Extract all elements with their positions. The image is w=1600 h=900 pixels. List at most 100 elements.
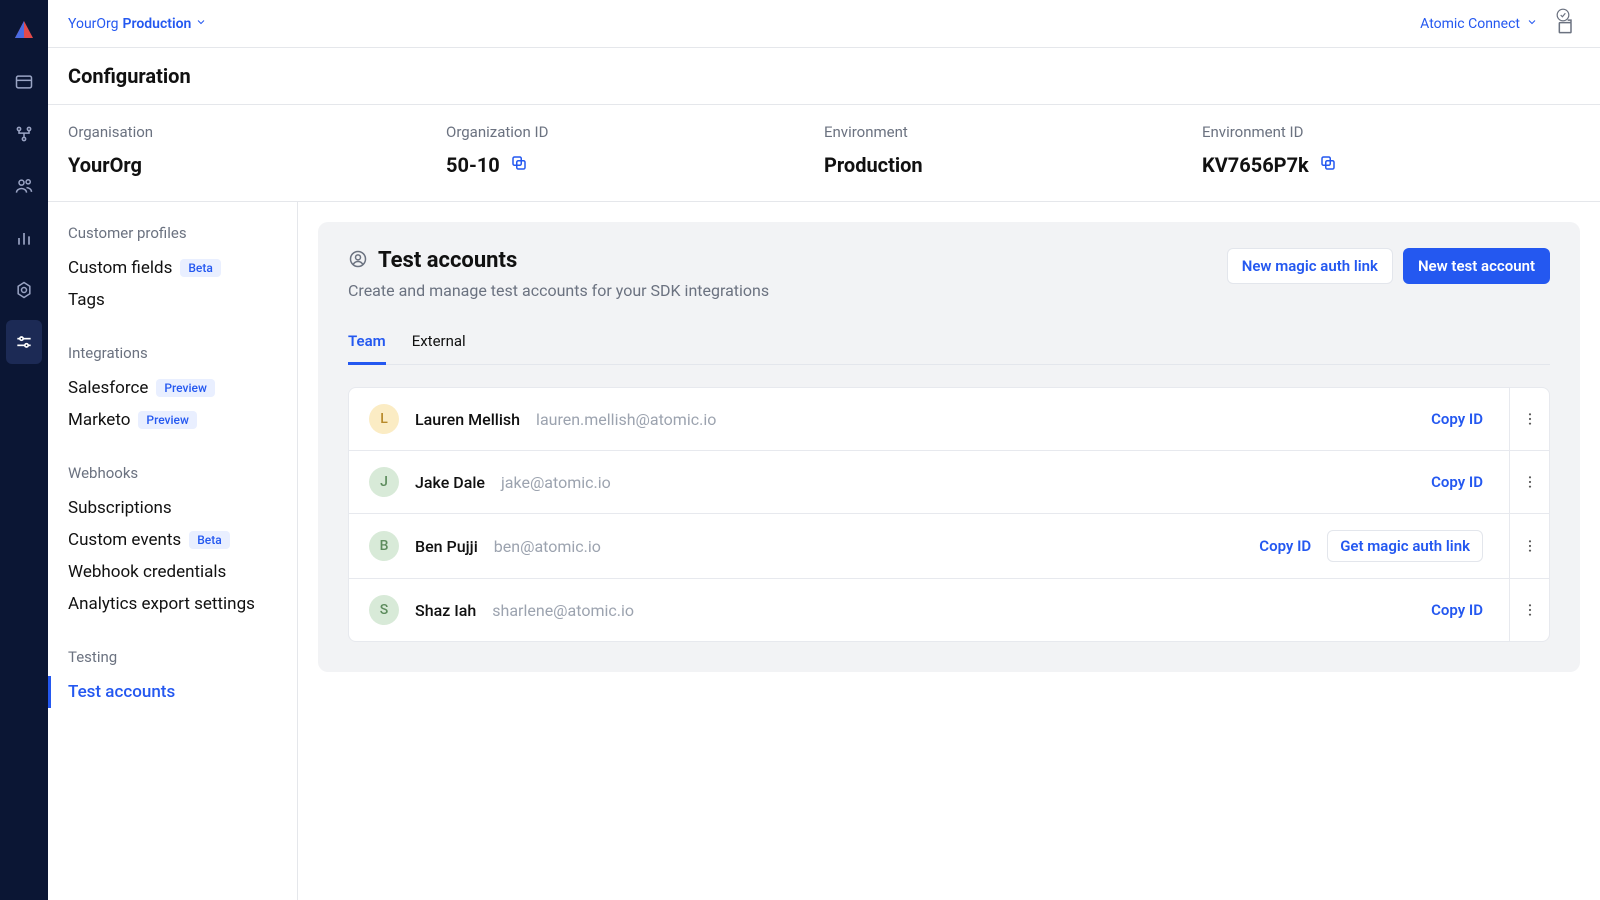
badge: Preview [156,379,215,397]
breadcrumb[interactable]: YourOrg Production [68,16,207,32]
side-item-label: Analytics export settings [68,594,255,614]
info-value: 50-10 [446,153,500,177]
info-organization-id: Organization ID 50-10 [446,123,824,177]
topbar: YourOrg Production Atomic Connect [48,0,1600,48]
account-row: L Lauren Mellish lauren.mellish@atomic.io C… [348,387,1550,451]
info-value: KV7656P7k [1202,153,1309,177]
icon-rail [0,0,48,900]
rail-item-config[interactable] [6,320,42,364]
copy-icon[interactable] [510,153,528,177]
more-options-button[interactable] [1509,451,1549,513]
panel-actions: New magic auth link New test account [1227,248,1550,284]
panel-title: Test accounts [378,248,517,273]
breadcrumb-env: Production [123,16,192,32]
logo-icon [12,18,36,42]
atomic-connect-link[interactable]: Atomic Connect [1420,16,1538,32]
account-name: Ben Pujji [415,537,478,556]
get-magic-auth-link-button[interactable]: Get magic auth link [1327,530,1483,562]
side-item-label: Salesforce [68,378,148,398]
atomic-connect-label: Atomic Connect [1420,16,1520,32]
account-name: Lauren Mellish [415,410,520,429]
side-item-custom-events[interactable]: Custom events Beta [48,524,297,556]
new-test-account-button[interactable]: New test account [1403,248,1550,284]
side-item-label: Webhook credentials [68,562,226,582]
info-environment: Environment Production [824,123,1202,177]
badge: Beta [180,259,220,277]
side-item-analytics-export-settings[interactable]: Analytics export settings [48,588,297,620]
side-item-custom-fields[interactable]: Custom fields Beta [48,252,297,284]
breadcrumb-org: YourOrg [68,16,119,32]
tab-external[interactable]: External [412,324,466,364]
side-heading: Webhooks [48,464,297,492]
account-email: sharlene@atomic.io [492,601,634,620]
side-item-test-accounts[interactable]: Test accounts [48,676,297,708]
rail-item-cards[interactable] [6,60,42,104]
avatar: S [369,595,399,625]
account-email: jake@atomic.io [501,473,611,492]
test-accounts-panel: Test accounts Create and manage test acc… [318,222,1580,672]
tab-team[interactable]: Team [348,324,386,365]
side-heading: Integrations [48,344,297,372]
info-label: Environment ID [1202,123,1580,141]
avatar: B [369,531,399,561]
tabs: Team External [348,324,1550,365]
side-item-label: Subscriptions [68,498,172,518]
side-item-label: Tags [68,290,105,310]
chevron-down-icon [195,16,207,32]
side-item-label: Custom events [68,530,181,550]
info-value: Production [824,153,923,177]
side-item-marketo[interactable]: Marketo Preview [48,404,297,436]
topbar-right: Atomic Connect [1420,12,1580,36]
content-area: Test accounts Create and manage test acc… [298,202,1600,900]
account-icon [348,249,368,273]
copy-id-button[interactable]: Copy ID [1431,601,1483,619]
info-strip: Organisation YourOrg Organization ID 50-… [48,105,1600,202]
side-item-label: Test accounts [68,682,175,702]
info-organisation: Organisation YourOrg [68,123,446,177]
account-rows: L Lauren Mellish lauren.mellish@atomic.io C… [348,387,1550,642]
account-row: B Ben Pujji ben@atomic.io Copy ID Get magic … [348,514,1550,579]
rail-item-analytics[interactable] [6,216,42,260]
more-options-button[interactable] [1509,388,1549,450]
panel-head: Test accounts Create and manage test acc… [348,248,1550,300]
avatar: L [369,404,399,434]
side-heading: Testing [48,648,297,676]
more-options-button[interactable] [1509,514,1549,578]
account-email: lauren.mellish@atomic.io [536,410,716,429]
info-value: YourOrg [68,153,142,177]
body-split: Customer profiles Custom fields Beta Tags In… [48,202,1600,900]
sync-status-icon[interactable] [1556,12,1580,36]
panel-subtitle: Create and manage test accounts for your… [348,281,769,300]
rail-item-flows[interactable] [6,112,42,156]
account-name: Shaz Iah [415,601,476,620]
side-item-webhook-credentials[interactable]: Webhook credentials [48,556,297,588]
main-column: YourOrg Production Atomic Connect Config… [48,0,1600,900]
info-label: Organisation [68,123,446,141]
copy-id-button[interactable]: Copy ID [1431,410,1483,428]
account-row: S Shaz Iah sharlene@atomic.io Copy ID [348,579,1550,642]
side-item-tags[interactable]: Tags [48,284,297,316]
avatar: J [369,467,399,497]
rail-item-users[interactable] [6,164,42,208]
more-options-button[interactable] [1509,579,1549,641]
badge: Beta [189,531,229,549]
side-item-label: Marketo [68,410,130,430]
page-title: Configuration [48,48,1600,105]
copy-icon[interactable] [1319,153,1337,177]
account-name: Jake Dale [415,473,485,492]
badge: Preview [138,411,197,429]
account-email: ben@atomic.io [494,537,601,556]
side-item-label: Custom fields [68,258,172,278]
info-label: Organization ID [446,123,824,141]
side-item-subscriptions[interactable]: Subscriptions [48,492,297,524]
info-environment-id: Environment ID KV7656P7k [1202,123,1580,177]
side-nav: Customer profiles Custom fields Beta Tags In… [48,202,298,900]
copy-id-button[interactable]: Copy ID [1431,473,1483,491]
account-row: J Jake Dale jake@atomic.io Copy ID [348,451,1550,514]
side-heading: Customer profiles [48,224,297,252]
rail-item-settings[interactable] [6,268,42,312]
new-magic-auth-link-button[interactable]: New magic auth link [1227,248,1393,284]
info-label: Environment [824,123,1202,141]
copy-id-button[interactable]: Copy ID [1259,537,1311,555]
side-item-salesforce[interactable]: Salesforce Preview [48,372,297,404]
